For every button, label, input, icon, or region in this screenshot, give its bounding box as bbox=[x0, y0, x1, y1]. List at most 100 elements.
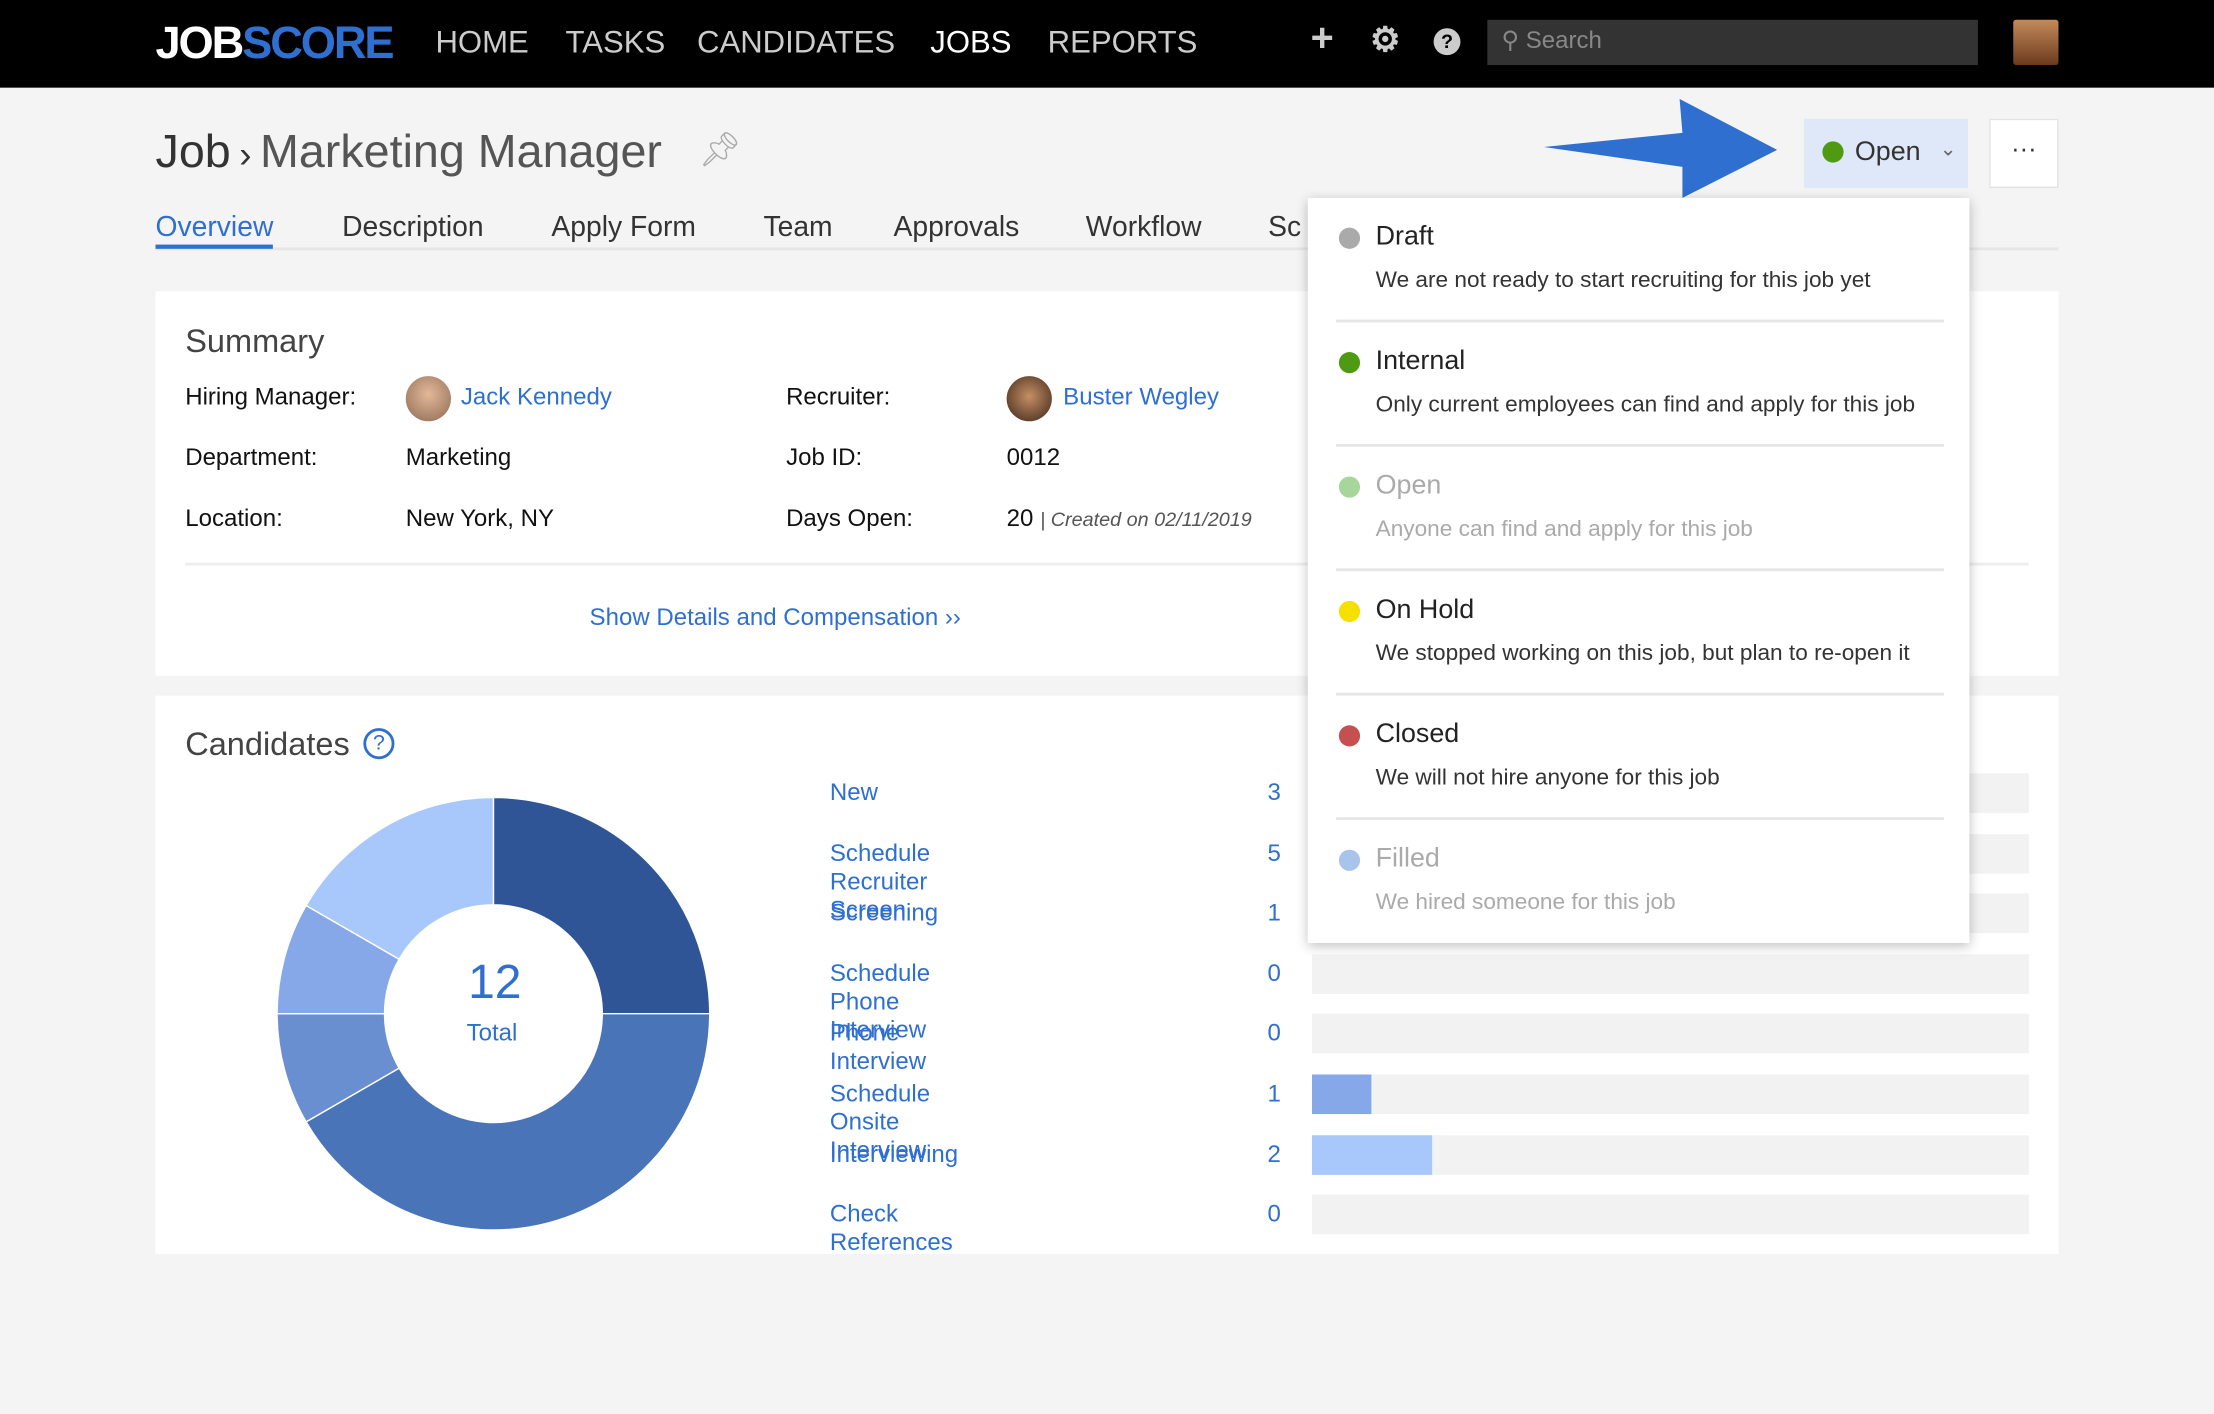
stage-count[interactable]: 1 bbox=[1244, 899, 1281, 927]
candidates-title: Candidates bbox=[185, 725, 350, 763]
tab-approvals[interactable]: Approvals bbox=[894, 212, 1020, 245]
nav-jobs[interactable]: JOBS bbox=[930, 24, 1011, 61]
status-dot-icon bbox=[1338, 352, 1361, 374]
status-option[interactable]: Draft We are not ready to start recruiti… bbox=[1336, 198, 1944, 323]
donut-total: 12 bbox=[468, 955, 522, 1010]
status-label: Open bbox=[1854, 137, 1921, 167]
stage-bar-fill bbox=[1312, 1134, 1432, 1175]
location-value: New York, NY bbox=[405, 504, 555, 532]
logo[interactable]: JOBSCORE bbox=[156, 16, 395, 69]
job-title: Marketing Manager bbox=[259, 124, 662, 177]
help-circle-icon[interactable]: ? bbox=[363, 728, 395, 760]
recruiter-avatar bbox=[1006, 376, 1052, 422]
status-option-description: Anyone can find and apply for this job bbox=[1375, 517, 1753, 542]
search-input[interactable]: ⚲ Search bbox=[1487, 19, 1978, 66]
status-option-description: Only current employees can find and appl… bbox=[1375, 393, 1916, 418]
hiring-manager-label: Hiring Manager: bbox=[185, 383, 357, 411]
plus-icon[interactable]: + bbox=[1311, 16, 1334, 61]
status-option[interactable]: Closed We will not hire anyone for this … bbox=[1336, 696, 1944, 821]
gear-icon[interactable]: ⚙ bbox=[1370, 20, 1400, 61]
status-dot-icon bbox=[1822, 141, 1844, 163]
stage-bar-track bbox=[1312, 1134, 2029, 1175]
logo-text-b: SCORE bbox=[242, 16, 394, 68]
stage-link[interactable]: New bbox=[830, 779, 878, 807]
days-open-value: 20 | Created on 02/11/2019 bbox=[1007, 505, 1252, 533]
status-option[interactable]: Open Anyone can find and apply for this … bbox=[1336, 447, 1944, 572]
status-option[interactable]: Filled We hired someone for this job bbox=[1336, 820, 1944, 944]
stage-count[interactable]: 3 bbox=[1244, 779, 1281, 807]
tab-overview[interactable]: Overview bbox=[155, 212, 274, 249]
stage-link[interactable]: Interviewing bbox=[830, 1140, 958, 1168]
status-dot-icon bbox=[1338, 600, 1361, 623]
status-option[interactable]: Internal Only current employees can find… bbox=[1336, 322, 1944, 447]
top-navbar: JOBSCORE HOME TASKS CANDIDATES JOBS REPO… bbox=[0, 0, 2214, 88]
help-icon[interactable]: ? bbox=[1433, 28, 1461, 56]
stage-link[interactable]: Phone Interview bbox=[830, 1020, 926, 1077]
donut-total-label: Total bbox=[466, 1019, 518, 1047]
tab-apply-form[interactable]: Apply Form bbox=[551, 212, 696, 245]
stage-count[interactable]: 0 bbox=[1244, 960, 1281, 988]
pin-icon[interactable]: 📌︎ bbox=[698, 130, 741, 171]
status-option-name: Internal bbox=[1375, 346, 1466, 377]
stage-count[interactable]: 1 bbox=[1244, 1080, 1281, 1108]
status-option-description: We are not ready to start recruiting for… bbox=[1375, 268, 1871, 293]
show-details-link[interactable]: Show Details and Compensation ›› bbox=[590, 604, 961, 632]
recruiter-link[interactable]: Buster Wegley bbox=[1063, 383, 1219, 411]
candidates-donut-chart bbox=[277, 797, 710, 1231]
stage-link[interactable]: Screening bbox=[830, 899, 938, 927]
status-option-description: We will not hire anyone for this job bbox=[1375, 766, 1720, 791]
status-dot-icon bbox=[1338, 476, 1361, 498]
hiring-manager-avatar bbox=[405, 376, 452, 422]
status-option[interactable]: On Hold We stopped working on this job, … bbox=[1336, 571, 1944, 696]
page-title: Job › Marketing Manager bbox=[156, 124, 662, 178]
nav-tasks[interactable]: TASKS bbox=[566, 24, 666, 61]
department-value: Marketing bbox=[405, 443, 512, 471]
stage-count[interactable]: 2 bbox=[1244, 1140, 1281, 1168]
breadcrumb-job[interactable]: Job bbox=[156, 124, 231, 176]
user-avatar[interactable] bbox=[2013, 19, 2059, 66]
stage-bar-track bbox=[1312, 1014, 2029, 1054]
stage-bar-track bbox=[1312, 1194, 2029, 1235]
stage-bar-track bbox=[1312, 1074, 2029, 1115]
stage-count[interactable]: 0 bbox=[1244, 1201, 1281, 1229]
recruiter-label: Recruiter: bbox=[786, 383, 891, 411]
chevron-right-icon: › bbox=[239, 132, 252, 176]
summary-title: Summary bbox=[185, 322, 325, 360]
status-dot-icon bbox=[1338, 227, 1361, 249]
chevron-down-icon: ⌄ bbox=[1939, 137, 1957, 160]
tab-team[interactable]: Team bbox=[763, 212, 832, 245]
page: JOBSCORE HOME TASKS CANDIDATES JOBS REPO… bbox=[0, 0, 2214, 1414]
days-open-number: 20 bbox=[1006, 504, 1034, 532]
status-option-name: Open bbox=[1375, 470, 1442, 501]
stage-count[interactable]: 0 bbox=[1244, 1020, 1281, 1048]
status-dot-icon bbox=[1338, 725, 1361, 747]
status-option-description: We stopped working on this job, but plan… bbox=[1375, 641, 1910, 666]
status-option-name: Closed bbox=[1375, 719, 1460, 750]
stage-count[interactable]: 5 bbox=[1244, 839, 1281, 867]
days-open-label: Days Open: bbox=[786, 504, 913, 532]
tab-description[interactable]: Description bbox=[342, 212, 483, 245]
status-option-description: We hired someone for this job bbox=[1375, 890, 1676, 915]
search-placeholder: Search bbox=[1525, 26, 1602, 54]
status-dot-icon bbox=[1338, 849, 1361, 871]
search-icon: ⚲ bbox=[1501, 26, 1526, 54]
stage-link[interactable]: Check References bbox=[830, 1201, 953, 1258]
job-id-label: Job ID: bbox=[786, 443, 863, 471]
status-dropdown-button[interactable]: Open ⌄ bbox=[1804, 118, 1969, 189]
nav-candidates[interactable]: CANDIDATES bbox=[697, 24, 895, 61]
tab-workflow[interactable]: Workflow bbox=[1086, 212, 1202, 245]
status-option-name: Filled bbox=[1375, 844, 1440, 874]
stage-bar-fill bbox=[1312, 1074, 1372, 1115]
more-options-button[interactable]: ··· bbox=[1989, 118, 2059, 189]
annotation-arrow-icon bbox=[1543, 98, 1778, 198]
status-option-name: On Hold bbox=[1375, 595, 1475, 625]
job-id-value: 0012 bbox=[1006, 443, 1061, 471]
created-date: | Created on 02/11/2019 bbox=[1040, 507, 1252, 531]
nav-reports[interactable]: REPORTS bbox=[1048, 24, 1198, 61]
stage-bar-track bbox=[1312, 954, 2029, 994]
status-menu: Draft We are not ready to start recruiti… bbox=[1307, 197, 1970, 944]
hiring-manager-link[interactable]: Jack Kennedy bbox=[461, 383, 612, 411]
department-label: Department: bbox=[185, 443, 318, 471]
nav-home[interactable]: HOME bbox=[435, 24, 528, 61]
tab-more[interactable]: Sc bbox=[1268, 212, 1301, 245]
